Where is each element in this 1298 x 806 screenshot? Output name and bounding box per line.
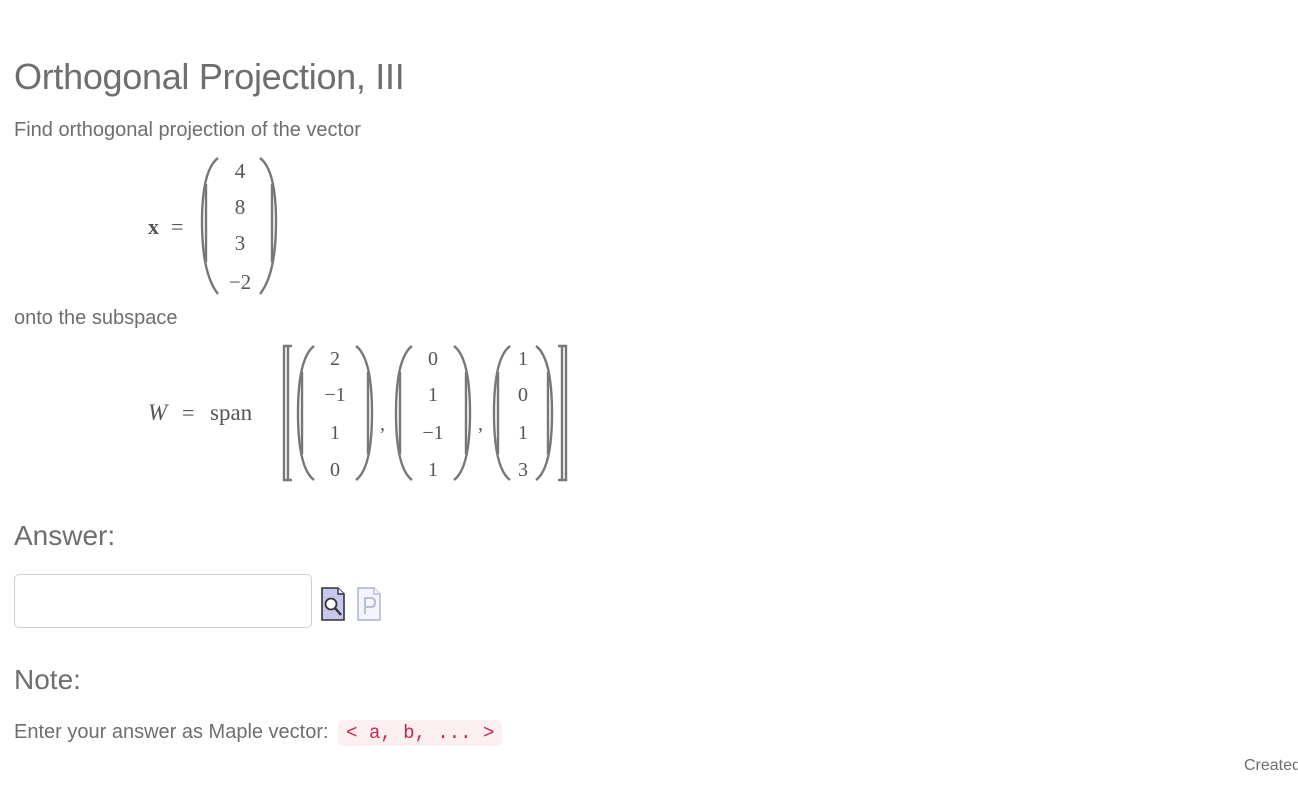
span-vector-entry: −1	[324, 384, 345, 406]
note-heading: Note:	[14, 664, 81, 695]
left-paren	[200, 157, 219, 295]
vector-x-symbol: x	[148, 214, 159, 239]
page-title: Orthogonal Projection, III	[14, 56, 405, 97]
span-vector-2: 0 1 −1 1	[394, 345, 472, 481]
vector-separator: ,	[478, 413, 483, 435]
equals-sign: =	[182, 400, 194, 425]
answer-input[interactable]	[14, 574, 312, 628]
span-vector-entry: 3	[518, 459, 528, 481]
span-vector-entry: 1	[428, 459, 438, 481]
note-instruction: Enter your answer as Maple vector:	[14, 721, 329, 743]
vector-x-entry: 4	[235, 159, 246, 183]
footer-credit: Created	[1244, 757, 1298, 774]
span-vector-3: 1 0 1 3	[492, 345, 554, 481]
equals-sign: =	[171, 214, 183, 239]
vector-separator: ,	[380, 413, 385, 435]
span-vector-entry: 1	[330, 422, 340, 444]
prompt-onto: onto the subspace	[14, 307, 178, 329]
span-vector-entry: 0	[518, 384, 528, 406]
left-paren	[394, 345, 413, 481]
span-vector-entry: 0	[428, 348, 438, 370]
span-vector-entry: 1	[518, 422, 528, 444]
right-paren	[535, 345, 554, 481]
span-operator: span	[210, 400, 253, 425]
preview-icon[interactable]	[320, 586, 346, 622]
right-paren	[453, 345, 472, 481]
subspace-w-symbol: W	[148, 400, 169, 425]
span-vector-entry: 0	[330, 459, 340, 481]
span-vector-entry: −1	[422, 422, 443, 444]
right-bracket	[558, 344, 568, 482]
maple-syntax-icon[interactable]	[356, 586, 382, 622]
right-paren	[355, 345, 374, 481]
vector-x-entry: 3	[235, 231, 246, 255]
span-vector-1: 2 −1 1 0	[296, 345, 374, 481]
span-vector-entry: 2	[330, 348, 340, 370]
span-vector-entry: 1	[518, 348, 528, 370]
answer-heading: Answer:	[14, 520, 116, 551]
left-bracket	[282, 344, 292, 482]
vector-x-entry: 8	[235, 195, 246, 219]
span-vector-entry: 1	[428, 384, 438, 406]
maple-vector-syntax: < a, b, ... >	[338, 720, 503, 746]
vector-x-equation: x = 4 8 3 −2	[148, 157, 278, 295]
prompt-intro: Find orthogonal projection of the vector	[14, 119, 361, 141]
note-text: Enter your answer as Maple vector: < a, …	[14, 720, 503, 746]
vector-x-entry: −2	[229, 270, 251, 294]
right-paren	[259, 157, 278, 295]
left-paren	[492, 345, 511, 481]
subspace-w-equation: W = span 2 −1 1 0 , 0 1 −1 1 , 1 0 1 3	[148, 344, 568, 482]
left-paren	[296, 345, 315, 481]
